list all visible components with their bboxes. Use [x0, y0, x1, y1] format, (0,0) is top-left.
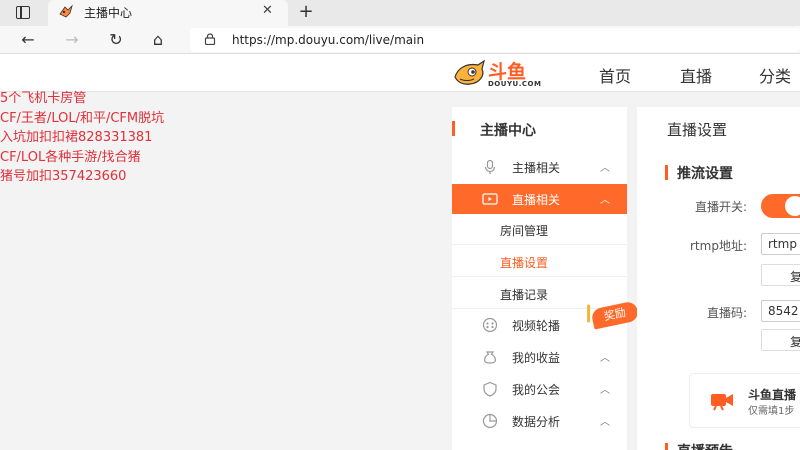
- chevron-up-icon[interactable]: ︿: [600, 191, 610, 206]
- overlay-line: 入坑加扣扣裙828331381: [0, 130, 153, 145]
- section-accent-bar: [665, 443, 668, 450]
- shield-icon: [483, 381, 497, 397]
- tab-close-icon[interactable]: ✕: [262, 3, 273, 18]
- url-text[interactable]: https://mp.douyu.com/live/main: [232, 33, 424, 47]
- sidebar-title-text: 主播中心: [480, 123, 536, 139]
- forward-button[interactable]: →: [60, 28, 84, 52]
- sidebar-item-guild[interactable]: 我的公会 ︿: [452, 374, 627, 404]
- home-button[interactable]: ⌂: [146, 28, 170, 52]
- overlay-ad-text: 5个飞机卡房管 CF/王者/LOL/和平/CFM脱坑 入坑加扣扣裙8283313…: [0, 89, 164, 187]
- rtmp-address-field[interactable]: rtmp: [761, 233, 800, 255]
- fish-mascot-icon: [454, 59, 485, 85]
- stream-code-value: 8542: [768, 304, 799, 318]
- sidebar-subitem-live-records[interactable]: 直播记录: [452, 278, 627, 309]
- overlay-line: CF/LOL各种手游/找合猪: [0, 149, 141, 165]
- money-bag-icon: [484, 351, 496, 364]
- live-camera-icon: [482, 193, 498, 205]
- video-camera-icon: [711, 394, 733, 411]
- live-switch-toggle[interactable]: [761, 194, 800, 218]
- sidebar-title: 主播中心: [452, 117, 627, 141]
- subitem-label: 直播设置: [500, 256, 549, 270]
- address-bar[interactable]: https://mp.douyu.com/live/main: [190, 28, 800, 52]
- copy-button-label: 复: [790, 335, 800, 349]
- back-button[interactable]: ←: [16, 28, 40, 52]
- live-switch-label: 直播开关:: [694, 200, 747, 214]
- nav-category[interactable]: 分类: [759, 63, 791, 87]
- copy-rtmp-button[interactable]: 复: [761, 264, 800, 286]
- sidebar: 主播中心 主播相关 ︿ 直播相关 ︿ 房间管理 直播设置 直播记录 视频轮播 我…: [452, 107, 640, 450]
- microphone-icon: [484, 159, 496, 174]
- douyu-broadcast-promo[interactable]: 斗鱼直播 仅需填1步: [689, 373, 800, 428]
- stream-code-label: 直播码:: [706, 306, 747, 320]
- sidebar-subitem-room-management[interactable]: 房间管理: [452, 214, 627, 245]
- chevron-up-icon[interactable]: ︿: [600, 413, 610, 428]
- title-accent-bar: [452, 121, 455, 136]
- sidebar-item-label: 视频轮播: [512, 319, 561, 333]
- section-title-text: 推流设置: [677, 166, 733, 182]
- site-header: 斗鱼 DOUYU.COM 首页 直播 分类: [0, 54, 800, 92]
- sidebar-item-label: 数据分析: [512, 415, 561, 429]
- chevron-up-icon[interactable]: ︿: [600, 159, 610, 174]
- chevron-up-icon[interactable]: ︿: [600, 381, 610, 396]
- sidebar-item-data-analysis[interactable]: 数据分析 ︿: [452, 406, 627, 436]
- page-title: 直播设置: [667, 121, 728, 139]
- sidebar-item-label: 我的公会: [512, 383, 561, 397]
- browser-tab-bar: 主播中心 ✕ +: [0, 0, 800, 26]
- overlay-line: 猪号加扣357423660: [0, 169, 127, 184]
- video-reel-icon: [482, 317, 498, 333]
- nav-home[interactable]: 首页: [599, 63, 631, 87]
- douyu-logo[interactable]: 斗鱼 DOUYU.COM: [450, 56, 550, 90]
- nav-live[interactable]: 直播: [680, 63, 712, 87]
- sidebar-item-label: 主播相关: [512, 161, 561, 175]
- copy-button-label: 复: [790, 270, 800, 284]
- sidebar-subitem-live-settings[interactable]: 直播设置: [452, 246, 627, 277]
- main-content: 直播设置 推流设置 直播开关: rtmp地址: rtmp 复 直播码: 8542…: [637, 107, 800, 450]
- copy-code-button[interactable]: 复: [761, 329, 800, 351]
- tab-title: 主播中心: [84, 6, 133, 20]
- subitem-label: 房间管理: [500, 224, 549, 238]
- douyu-favicon-icon: [59, 4, 73, 18]
- sidebar-item-label: 我的收益: [512, 351, 561, 365]
- promo-title: 斗鱼直播: [748, 388, 797, 402]
- new-tab-button[interactable]: +: [296, 2, 316, 22]
- overlay-line: 5个飞机卡房管: [0, 91, 87, 106]
- chevron-up-icon[interactable]: ︿: [600, 349, 610, 364]
- tab-actions-icon[interactable]: [16, 6, 30, 19]
- pie-chart-icon: [482, 413, 498, 429]
- sidebar-item-anchor[interactable]: 主播相关 ︿: [452, 152, 627, 182]
- lock-icon[interactable]: [204, 33, 216, 45]
- promo-subtitle: 仅需填1步: [748, 406, 795, 417]
- sidebar-item-live[interactable]: 直播相关 ︿: [452, 184, 627, 214]
- sidebar-item-label: 直播相关: [512, 193, 561, 207]
- reload-button[interactable]: ↻: [104, 28, 128, 52]
- stream-code-field[interactable]: 8542: [761, 300, 800, 322]
- overlay-line: CF/王者/LOL/和平/CFM脱坑: [0, 110, 165, 126]
- subitem-label: 直播记录: [500, 288, 549, 302]
- rtmp-address-value: rtmp: [768, 237, 797, 251]
- section-title-text: 直播预告: [677, 441, 733, 450]
- browser-tab[interactable]: 主播中心 ✕: [48, 0, 288, 26]
- sidebar-item-earnings[interactable]: 我的收益 ︿: [452, 342, 627, 372]
- rtmp-address-label: rtmp地址:: [690, 239, 747, 253]
- browser-nav-bar: ← → ↻ ⌂ https://mp.douyu.com/live/main: [0, 26, 800, 54]
- logo-subtext: DOUYU.COM: [488, 80, 542, 88]
- section-accent-bar: [665, 165, 668, 180]
